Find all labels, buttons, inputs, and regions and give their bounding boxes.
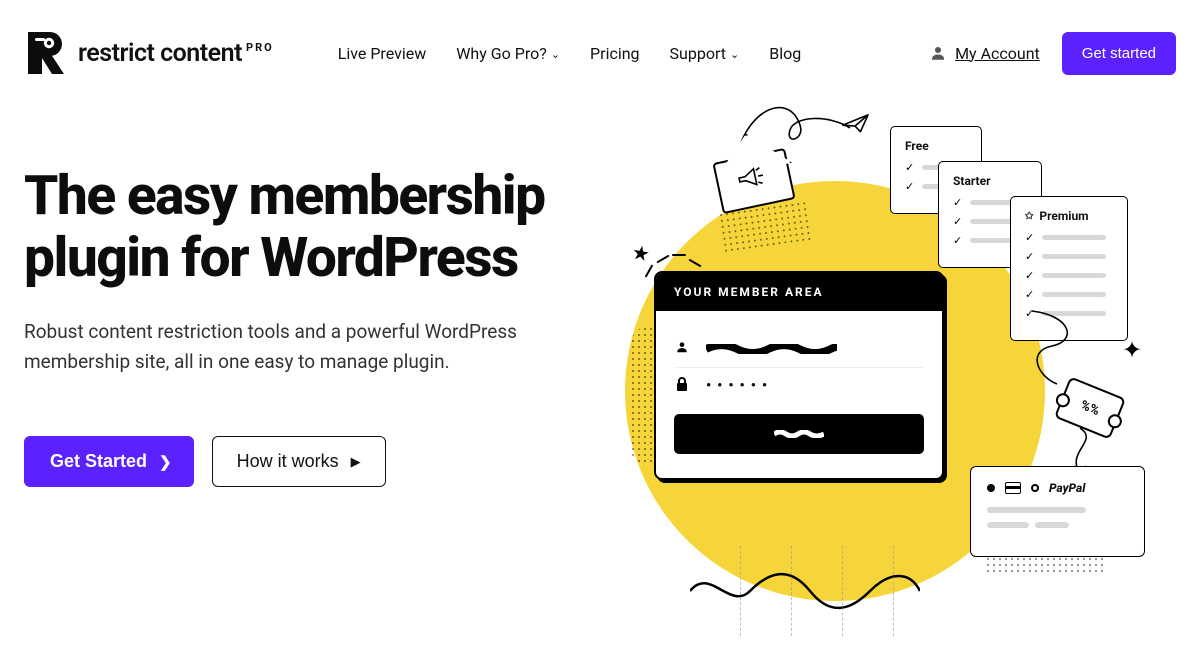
check-icon: ✓ xyxy=(1025,307,1034,320)
plan-card-premium: ✩Premium ✓ ✓ ✓ ✓ ✓ xyxy=(1010,196,1128,341)
header-right: My Account Get started xyxy=(929,32,1176,75)
nav-pricing[interactable]: Pricing xyxy=(590,44,640,63)
hero-title: The easy membership plugin for WordPress xyxy=(24,166,584,289)
placeholder-squiggle xyxy=(706,344,924,354)
credit-card-icon xyxy=(1005,482,1021,494)
hero-cta-row: Get Started ❯ How it works ▶ xyxy=(24,436,584,487)
check-icon: ✓ xyxy=(905,161,914,174)
paper-plane-icon xyxy=(841,113,871,140)
check-icon: ✓ xyxy=(953,196,962,209)
nav-support[interactable]: Support⌄ xyxy=(670,44,740,63)
check-icon: ✓ xyxy=(1025,231,1034,244)
check-icon: ✓ xyxy=(1025,250,1034,263)
chevron-down-icon: ⌄ xyxy=(551,48,560,61)
logo-mark-icon xyxy=(24,30,68,76)
chevron-right-icon: ❯ xyxy=(159,453,172,471)
chevron-down-icon: ⌄ xyxy=(730,48,739,61)
check-icon: ✓ xyxy=(1025,288,1034,301)
radio-selected-icon xyxy=(987,484,995,492)
plan-title: Starter xyxy=(953,174,1027,188)
member-submit-button xyxy=(674,414,924,454)
dashed-guideline-icon xyxy=(740,546,894,636)
nav-why-go-pro[interactable]: Why Go Pro?⌄ xyxy=(456,44,560,63)
radio-icon xyxy=(1031,484,1039,492)
plan-title: ✩Premium xyxy=(1025,209,1113,223)
nav-live-preview[interactable]: Live Preview xyxy=(338,44,427,63)
brand-name: restrict contentPRO xyxy=(78,39,274,68)
paypal-label: PayPal xyxy=(1049,481,1085,495)
hero-get-started-button[interactable]: Get Started ❯ xyxy=(24,436,194,487)
my-account-link[interactable]: My Account xyxy=(929,44,1040,63)
password-dots: •••••• xyxy=(706,378,773,394)
user-icon xyxy=(929,44,947,62)
megaphone-icon xyxy=(734,163,768,198)
check-icon: ✓ xyxy=(953,234,962,247)
hero-section: The easy membership plugin for WordPress… xyxy=(0,76,1200,487)
how-it-works-button[interactable]: How it works ▶ xyxy=(212,436,386,487)
brand-logo[interactable]: restrict contentPRO xyxy=(24,30,274,76)
primary-nav: Live Preview Why Go Pro?⌄ Pricing Suppor… xyxy=(338,44,801,63)
star-outline-icon: ✩ xyxy=(1025,211,1033,222)
member-area-window: YOUR MEMBER AREA •••••• xyxy=(654,271,944,480)
lock-icon xyxy=(674,377,690,395)
nav-blog[interactable]: Blog xyxy=(769,44,801,63)
plan-title: Free xyxy=(905,139,967,153)
hero-illustration: ★ Free ✓ ✓ Starter ✓ ✓ ✓ ✩Premium ✓ ✓ ✓ … xyxy=(570,96,1190,656)
check-icon: ✓ xyxy=(1025,269,1034,282)
coupon-icon: %% xyxy=(1054,376,1126,439)
site-header: restrict contentPRO Live Preview Why Go … xyxy=(0,0,1200,76)
member-area-title: YOUR MEMBER AREA xyxy=(656,273,942,311)
header-get-started-button[interactable]: Get started xyxy=(1062,32,1176,75)
payment-card: PayPal xyxy=(970,466,1145,557)
check-icon: ✓ xyxy=(953,215,962,228)
user-icon xyxy=(674,340,690,358)
caret-right-icon: ▶ xyxy=(351,454,361,470)
star-icon: ✦ xyxy=(1122,336,1142,364)
hero-subtitle: Robust content restriction tools and a p… xyxy=(24,317,564,376)
check-icon: ✓ xyxy=(905,180,914,193)
